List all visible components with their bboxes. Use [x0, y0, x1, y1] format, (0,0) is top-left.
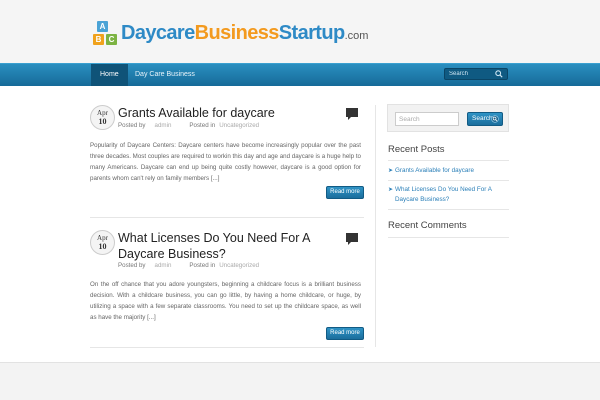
logo-word-startup: Startup [278, 21, 345, 44]
arrow-icon: ➤ [388, 187, 394, 193]
sidebar-divider [388, 209, 509, 210]
post-date-badge: Apr 10 [90, 105, 115, 130]
sidebar-divider [388, 237, 509, 238]
post-author-link[interactable]: admin [155, 262, 172, 269]
post-author-link[interactable]: admin [155, 122, 172, 129]
site-logo[interactable]: A B C DaycareBusinessStartup.com [93, 21, 368, 47]
content-sidebar-divider [375, 105, 376, 347]
recent-post-label: What Licenses Do You Need For A Daycare … [395, 186, 492, 203]
post-divider [90, 217, 364, 218]
recent-post-link[interactable]: ➤ Grants Available for daycare [388, 166, 509, 176]
logo-word-business: Business [194, 21, 280, 44]
post-meta: Posted by admin Posted in Uncategorized [118, 262, 259, 269]
recent-comments-heading: Recent Comments [388, 220, 467, 231]
site-header: A B C DaycareBusinessStartup.com [0, 0, 600, 63]
recent-posts-heading: Recent Posts [388, 144, 445, 155]
comment-icon[interactable] [345, 232, 359, 246]
post-category-link[interactable]: Uncategorized [219, 122, 259, 129]
comment-icon[interactable] [345, 107, 359, 121]
posted-by-label: Posted by [118, 262, 146, 269]
sidebar-search-input[interactable] [395, 112, 459, 126]
search-icon[interactable] [495, 70, 503, 78]
logo-blocks-icon: A B C [93, 21, 118, 47]
post-date-day: 10 [98, 117, 107, 126]
nav-search-input[interactable] [449, 69, 493, 79]
posted-by-label: Posted by [118, 122, 146, 129]
sidebar-search-widget: Search [387, 104, 509, 132]
arrow-icon: ➤ [388, 168, 394, 174]
logo-block-a: A [97, 21, 108, 32]
read-more-button[interactable]: Read more [326, 327, 364, 340]
recent-post-link[interactable]: ➤ What Licenses Do You Need For A Daycare… [388, 185, 509, 205]
sidebar-divider [388, 180, 509, 181]
post-divider [90, 347, 364, 348]
logo-text: DaycareBusinessStartup.com [121, 20, 368, 49]
read-more-button[interactable]: Read more [326, 186, 364, 199]
nav-search-box [444, 68, 508, 80]
post-category-link[interactable]: Uncategorized [219, 262, 259, 269]
search-icon [491, 115, 499, 123]
sidebar-search-button-label: Search [472, 115, 493, 122]
posted-in-label: Posted in [189, 122, 216, 129]
post-title[interactable]: What Licenses Do You Need For A Daycare … [118, 230, 343, 262]
post-date-badge: Apr 10 [90, 230, 115, 255]
sidebar-search-button[interactable]: Search [467, 112, 503, 126]
logo-block-b: B [93, 34, 104, 45]
logo-word-daycare: Daycare [121, 21, 195, 44]
sidebar-divider [388, 160, 509, 161]
logo-block-c: C [106, 34, 117, 45]
post-excerpt: Popularity of Daycare Centers: Daycare c… [90, 142, 361, 183]
post-excerpt: On the off chance that you adore youngst… [90, 281, 361, 322]
main-nav: Home Day Care Business [0, 63, 600, 86]
post-meta: Posted by admin Posted in Uncategorized [118, 122, 259, 129]
recent-post-label: Grants Available for daycare [395, 167, 474, 174]
post-title[interactable]: Grants Available for daycare [118, 105, 343, 121]
nav-item-home[interactable]: Home [91, 64, 128, 86]
nav-item-day-care-business[interactable]: Day Care Business [126, 64, 204, 86]
site-footer [0, 362, 600, 400]
posted-in-label: Posted in [189, 262, 216, 269]
post-date-day: 10 [98, 242, 107, 251]
logo-suffix: .com [344, 29, 369, 42]
